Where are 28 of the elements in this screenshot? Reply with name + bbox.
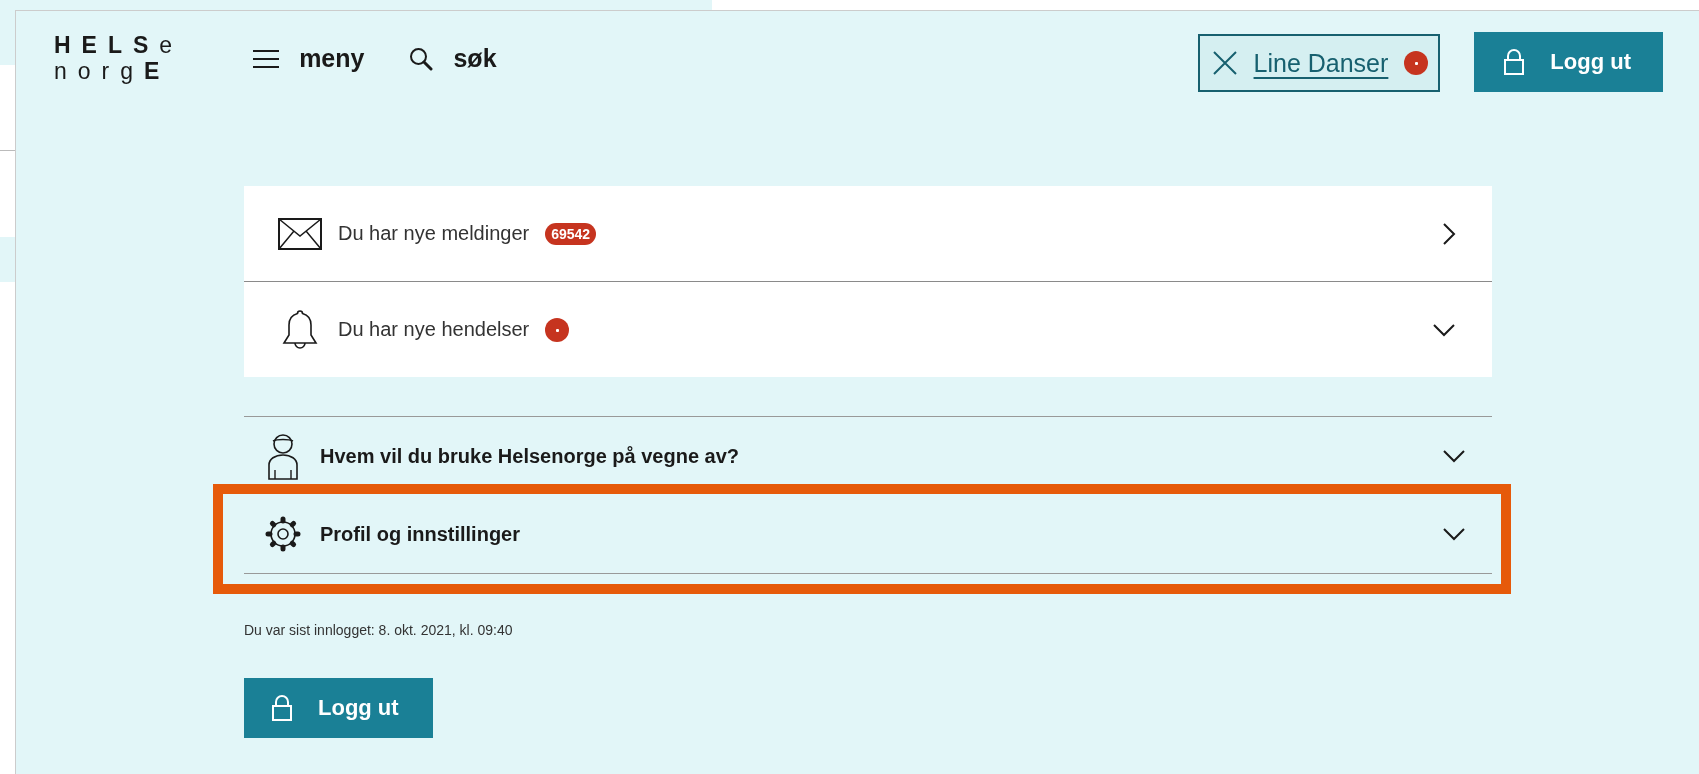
notification-row[interactable]: Du har nye meldinger 69542 [244, 186, 1492, 282]
lock-icon [272, 695, 292, 721]
lock-icon [1504, 49, 1525, 75]
accordion-row[interactable]: Profil og innstillinger [244, 495, 1492, 573]
menu-button[interactable]: meny [253, 44, 365, 73]
chevron-down-icon [1442, 527, 1466, 541]
notification-row[interactable]: Du har nye hendelser [244, 282, 1492, 377]
user-button[interactable]: Line Danser [1197, 34, 1441, 92]
close-icon [1211, 50, 1238, 76]
row-label: Hvem vil du bruke Helsenorge på vegne av? [320, 444, 740, 468]
logout-button[interactable]: Logg ut [1474, 32, 1663, 92]
search-icon [409, 46, 434, 71]
row-label: Profil og innstillinger [320, 522, 520, 546]
person-icon [267, 432, 299, 480]
chevron-down-icon [1442, 449, 1466, 463]
last-login-text: Du var sist innlogget: 8. okt. 2021, kl. 09:40 [244, 622, 514, 638]
row-label: Du har nye meldinger [338, 222, 530, 245]
gear-icon [264, 515, 302, 553]
chevron-down-icon [1432, 322, 1456, 337]
row-label: Du har nye hendelser [338, 318, 530, 341]
bell-icon [282, 308, 318, 351]
accordion-row[interactable]: Hvem vil du bruke Helsenorge på vegne av? [244, 417, 1492, 495]
search-button[interactable]: søk [409, 44, 497, 73]
menu-icon [253, 48, 280, 69]
count-badge: 69542 [545, 222, 597, 245]
logout-button[interactable]: Logg ut [244, 678, 433, 738]
envelope-icon [278, 217, 322, 250]
chevron-right-icon [1442, 221, 1456, 246]
